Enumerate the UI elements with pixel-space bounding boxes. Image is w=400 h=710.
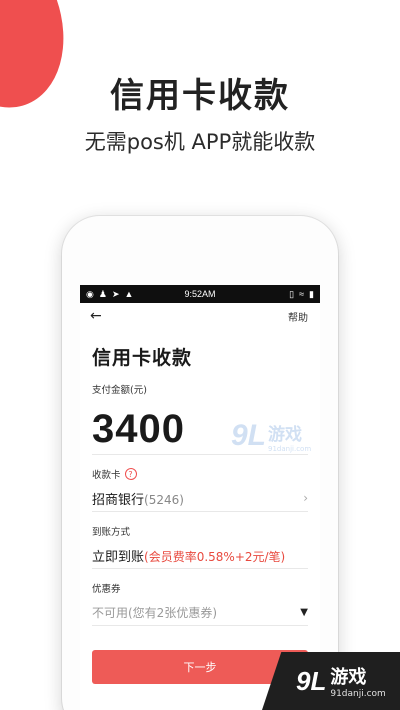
back-arrow-icon[interactable]: ← bbox=[90, 308, 102, 324]
status-bar: ◉ ♟ ➤ ▲ 9:52AM ▯ ≈ ▮ bbox=[80, 285, 320, 303]
divider bbox=[92, 568, 308, 569]
watermark-badge-logo: 9L bbox=[296, 665, 327, 696]
watermark-center: 9L 游戏 91danji.com bbox=[231, 419, 311, 453]
watermark-logo: 9L bbox=[231, 419, 267, 452]
amount-label: 支付金额(元) bbox=[92, 382, 320, 396]
watermark-badge: 9L 游戏 91danji.com bbox=[262, 652, 400, 710]
card-label-text: 收款卡 bbox=[92, 470, 121, 481]
bank-name: 招商银行 bbox=[92, 492, 145, 508]
person-icon: ♟ bbox=[98, 288, 107, 299]
watermark-badge-name: 游戏 bbox=[330, 667, 367, 688]
question-icon[interactable]: ? bbox=[124, 468, 137, 480]
card-selector[interactable]: 招商银行(5246) › bbox=[92, 485, 308, 511]
chevron-right-icon: › bbox=[303, 491, 308, 505]
chevron-down-icon: ▼ bbox=[300, 606, 308, 618]
hero-title: 信用卡收款 bbox=[110, 76, 290, 116]
divider bbox=[92, 454, 308, 455]
navigation-icon: ➤ bbox=[111, 288, 120, 299]
divider bbox=[92, 625, 308, 626]
phone-screen: ◉ ♟ ➤ ▲ 9:52AM ▯ ≈ ▮ ← 帮助 信用卡收款 支付金额(元) … bbox=[80, 285, 320, 710]
coupon-label: 优惠券 bbox=[92, 581, 320, 595]
battery-icon: ▮ bbox=[309, 288, 314, 299]
hero-subtitle: 无需pos机 APP就能收款 bbox=[84, 130, 316, 154]
settle-label-text: 到账方式 bbox=[92, 527, 131, 538]
coupon-value: 不可用(您有2张优惠券) bbox=[92, 605, 217, 620]
watermark-badge-domain: 91danji.com bbox=[330, 689, 386, 699]
settle-method: 立即到账 bbox=[92, 549, 145, 565]
divider bbox=[92, 511, 308, 512]
settle-method-row[interactable]: 立即到账(会员费率0.58%+2元/笔) bbox=[92, 542, 308, 568]
android-icon: ▲ bbox=[124, 288, 134, 299]
nav-bar: ← 帮助 bbox=[80, 303, 320, 329]
card-label: 收款卡 ? bbox=[92, 467, 320, 481]
settle-label: 到账方式 bbox=[92, 524, 320, 538]
coupon-selector[interactable]: 不可用(您有2张优惠券) ▼ bbox=[92, 599, 308, 625]
wifi-icon: ≈ bbox=[299, 288, 305, 299]
watermark-name: 游戏 bbox=[268, 424, 303, 445]
help-link[interactable]: 帮助 bbox=[288, 309, 308, 324]
vibrate-icon: ▯ bbox=[289, 288, 295, 299]
status-time: 9:52AM bbox=[184, 289, 216, 299]
page-title: 信用卡收款 bbox=[92, 347, 193, 369]
currency-badge-icon: ◉ bbox=[86, 288, 94, 299]
amount-label-text: 支付金额(元) bbox=[92, 385, 147, 396]
bank-card-number: (5246) bbox=[144, 492, 184, 507]
watermark-domain: 91danji.com bbox=[268, 444, 312, 453]
settle-fee: (会员费率0.58%+2元/笔) bbox=[144, 549, 286, 564]
coupon-label-text: 优惠券 bbox=[92, 584, 121, 595]
